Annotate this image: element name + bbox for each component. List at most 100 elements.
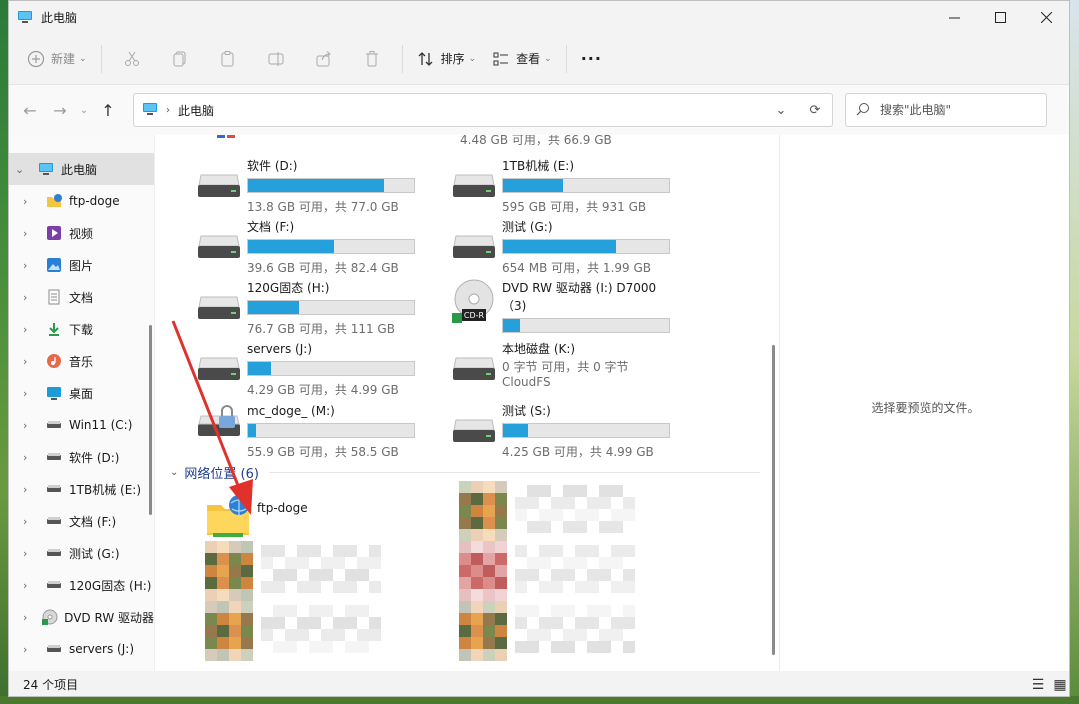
- drive-tile[interactable]: 文档 (F:) 39.6 GB 可用，共 82.4 GB: [197, 218, 417, 276]
- sidebar-scrollbar[interactable]: [149, 325, 152, 515]
- search-box[interactable]: [845, 93, 1047, 127]
- chevron-right-icon[interactable]: ›: [23, 643, 41, 656]
- sidebar-item[interactable]: › DVD RW 驱动器: [9, 601, 154, 633]
- sidebar-item-label: ftp-doge: [69, 194, 120, 208]
- delete-button[interactable]: [348, 43, 396, 75]
- copy-button[interactable]: [156, 43, 204, 75]
- chevron-right-icon[interactable]: ›: [23, 195, 41, 208]
- sidebar-item[interactable]: › 120G固态 (H:): [9, 569, 154, 601]
- paste-button[interactable]: [204, 43, 252, 75]
- chevron-right-icon[interactable]: ›: [23, 515, 41, 528]
- pixel-block: [471, 541, 483, 553]
- sidebar-item-label: 文档 (F:): [69, 514, 117, 529]
- pixel-block: [241, 625, 253, 637]
- pixelated-network-item[interactable]: [205, 541, 395, 601]
- drive-tile[interactable]: 1TB机械 (E:) 595 GB 可用，共 931 GB: [452, 157, 672, 215]
- rename-button[interactable]: [252, 43, 300, 75]
- pixel-block: [495, 481, 507, 493]
- chevron-right-icon[interactable]: ›: [23, 483, 41, 496]
- maximize-button[interactable]: [977, 1, 1023, 33]
- dvd-icon: [42, 609, 58, 625]
- sidebar-item-label: 测试 (G:): [69, 546, 120, 561]
- more-options-button[interactable]: ···: [573, 43, 610, 75]
- sidebar-item-label: 音乐: [69, 354, 94, 369]
- vertical-scrollbar[interactable]: [772, 345, 775, 655]
- pixel-block: [241, 541, 253, 553]
- chevron-right-icon[interactable]: ›: [23, 355, 41, 368]
- pixel-block: [515, 617, 527, 629]
- pixel-block: [321, 641, 333, 653]
- chevron-right-icon[interactable]: ›: [23, 387, 41, 400]
- large-icons-view-button[interactable]: ▦: [1049, 677, 1069, 693]
- new-button[interactable]: 新建 ⌄: [19, 43, 95, 75]
- sidebar-item[interactable]: › 图片: [9, 249, 154, 281]
- pixel-block: [285, 629, 297, 641]
- chevron-right-icon[interactable]: ›: [23, 419, 41, 432]
- sidebar-item[interactable]: › 下载: [9, 313, 154, 345]
- status-bar: 24 个项目 ☰ ▦: [9, 671, 1069, 696]
- breadcrumb-this-pc[interactable]: 此电脑: [178, 102, 214, 119]
- minimize-button[interactable]: [931, 1, 977, 33]
- pixelated-network-item[interactable]: [459, 481, 649, 541]
- pixel-block: [241, 637, 253, 649]
- pixel-block: [205, 589, 217, 601]
- chevron-right-icon[interactable]: ›: [23, 547, 41, 560]
- details-view-button[interactable]: ☰: [1027, 677, 1049, 693]
- sidebar-item[interactable]: › 测试 (G:): [9, 537, 154, 569]
- pixelated-network-item[interactable]: [205, 601, 395, 661]
- sidebar-item[interactable]: ⌄ 此电脑: [9, 153, 154, 185]
- address-bar[interactable]: › 此电脑 ⌄ ⟳: [133, 93, 833, 127]
- sidebar-item[interactable]: › servers (J:): [9, 633, 154, 665]
- navigation-pane[interactable]: ⌄ 此电脑 › ftp-doge › 视频 › 图片 › 文档 › 下载 › 音乐 › 桌面 › Win11 (C…: [9, 135, 155, 671]
- sidebar-item[interactable]: › 软件 (D:): [9, 441, 154, 473]
- pixelated-network-item[interactable]: [459, 541, 649, 601]
- sidebar-item[interactable]: › 1TB机械 (E:): [9, 473, 154, 505]
- share-button[interactable]: [300, 43, 348, 75]
- chevron-right-icon[interactable]: ›: [23, 259, 41, 272]
- pixel-block: [241, 565, 253, 577]
- title-bar[interactable]: 此电脑: [9, 1, 1069, 33]
- up-button[interactable]: ↑: [93, 95, 123, 125]
- breadcrumb-separator-icon[interactable]: ›: [166, 105, 170, 116]
- pixel-block: [273, 581, 285, 593]
- refresh-button[interactable]: ⟳: [798, 103, 832, 118]
- pixel-block: [309, 581, 321, 593]
- close-button[interactable]: [1023, 1, 1069, 33]
- pixelated-network-item[interactable]: [459, 601, 649, 661]
- back-button[interactable]: ←: [15, 95, 45, 125]
- chevron-right-icon[interactable]: ›: [23, 291, 41, 304]
- pixel-block: [611, 629, 623, 641]
- chevron-right-icon[interactable]: ›: [23, 323, 41, 336]
- sidebar-item[interactable]: › ftp-doge: [9, 185, 154, 217]
- sort-button[interactable]: 排序 ⌄: [409, 43, 485, 75]
- drive-tile[interactable]: 测试 (G:) 654 MB 可用，共 1.99 GB: [452, 218, 672, 276]
- sidebar-item[interactable]: › Win11 (C:): [9, 409, 154, 441]
- sidebar-item-label: 桌面: [69, 386, 94, 401]
- recent-locations-button[interactable]: ⌄: [75, 95, 93, 125]
- chevron-down-icon[interactable]: ⌄: [15, 163, 33, 176]
- cut-button[interactable]: [108, 43, 156, 75]
- chevron-right-icon[interactable]: ›: [23, 579, 41, 592]
- drive-tile[interactable]: 软件 (D:) 13.8 GB 可用，共 77.0 GB: [197, 157, 417, 215]
- chevron-right-icon[interactable]: ›: [23, 451, 41, 464]
- pixel-block: [539, 545, 551, 557]
- pixel-block: [611, 581, 623, 593]
- sidebar-item[interactable]: › 视频: [9, 217, 154, 249]
- video-icon: [45, 225, 63, 241]
- address-dropdown-button[interactable]: ⌄: [764, 103, 798, 118]
- sidebar-item[interactable]: › 桌面: [9, 377, 154, 409]
- drive-tile[interactable]: 测试 (S:) 4.25 GB 可用，共 4.99 GB: [452, 402, 672, 460]
- chevron-right-icon[interactable]: ›: [23, 227, 41, 240]
- forward-button[interactable]: →: [45, 95, 75, 125]
- pixel-block: [261, 617, 273, 629]
- sidebar-item[interactable]: › 文档 (F:): [9, 505, 154, 537]
- search-input[interactable]: [880, 103, 1030, 117]
- sidebar-item[interactable]: › 文档: [9, 281, 154, 313]
- pixel-block: [563, 569, 575, 581]
- pixel-block: [217, 553, 229, 565]
- drive-tile[interactable]: 本地磁盘 (K:) 0 字节 可用，共 0 字节 CloudFS: [452, 340, 672, 398]
- view-button[interactable]: 查看 ⌄: [484, 43, 560, 75]
- chevron-right-icon[interactable]: ›: [23, 611, 38, 624]
- sidebar-item[interactable]: › 音乐: [9, 345, 154, 377]
- drive-tile[interactable]: CD-R DVD RW 驱动器 (I:) D7000（3): [452, 279, 672, 337]
